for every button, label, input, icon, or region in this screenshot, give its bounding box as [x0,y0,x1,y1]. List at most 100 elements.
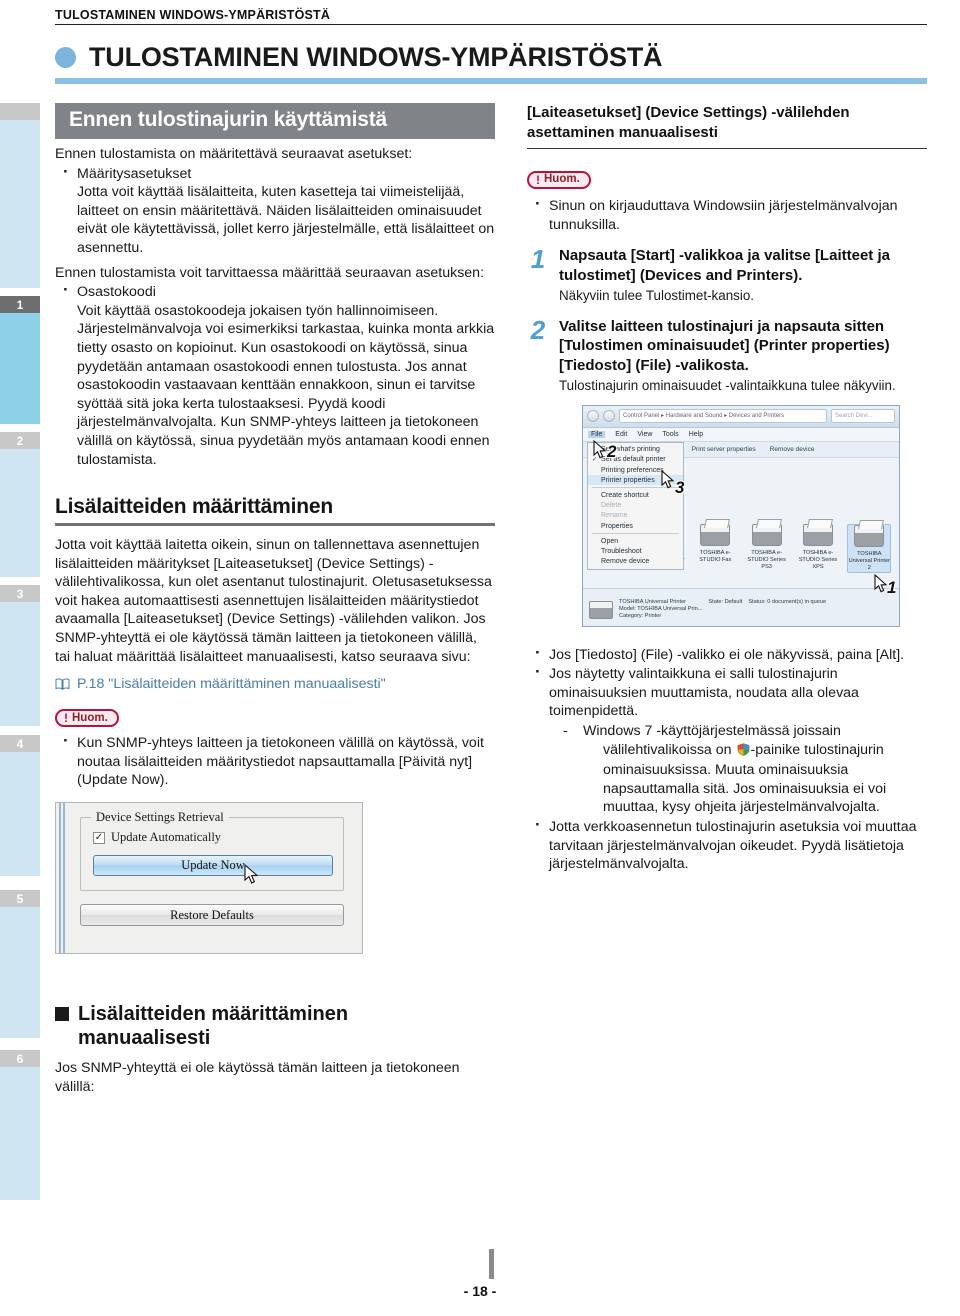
list-item: Windows 7 -käyttöjärjestelmässä joissain… [549,722,927,817]
menu-item-file[interactable]: File [588,430,606,438]
intro-paragraph-2: Ennen tulostamista voit tarvittaessa mää… [55,264,485,281]
caution-label: Huom. [544,173,580,186]
list-item: Sinun on kirjauduttava Windowsiin järjes… [527,195,927,234]
step-2-note: Tulostinajurin ominaisuudet -valintaikku… [559,378,896,394]
back-arrow-icon[interactable] [587,410,599,423]
callout-2: 2 [607,441,617,461]
side-tab-1[interactable]: 1 [0,296,40,424]
side-tab-2[interactable]: 2 [0,432,40,577]
running-head: TULOSTAMINEN WINDOWS-YMPÄRISTÖSTÄ [55,8,927,25]
side-tab-strip: 1 2 3 4 5 6 [0,0,42,1316]
restore-defaults-button[interactable]: Restore Defaults [80,904,344,927]
sub-note-list: Windows 7 -käyttöjärjestelmässä joissain… [549,722,927,817]
sub-note-part1: välilehtivalikoissa on [603,741,732,758]
side-tab-1-label: 1 [0,296,40,313]
printer-label: TOSHIBA e-STUDIO Series PS3 [747,549,786,570]
step-1-title: Napsauta [Start] -valikkoa ja valitse [L… [559,247,890,284]
side-tab-4[interactable]: 4 [0,735,40,876]
list-item: Jos näytetty valintaikkuna ei salli tulo… [527,663,927,817]
printer-icon [802,523,833,546]
page-title: TULOSTAMINEN WINDOWS-YMPÄRISTÖSTÄ [89,42,663,72]
footer-rule [489,1249,494,1279]
status-printer-icon [589,600,613,619]
list-item: Jos [Tiedosto] (File) -valikko ei ole nä… [527,644,927,665]
right-notes-list: Jos [Tiedosto] (File) -valikko ei ole nä… [527,644,927,874]
search-input[interactable]: Search Devi... [831,409,895,424]
printer-item-estudio-ps3[interactable]: TOSHIBA e-STUDIO Series PS3 [745,523,789,571]
list-item: Jotta verkkoasennetun tulostinajurin ase… [527,816,927,874]
device-settings-retrieval-screenshot: Device Settings Retrieval ✓ Update Autom… [55,802,363,955]
side-tab-3-label: 3 [0,585,40,602]
printer-item-estudio-xps[interactable]: TOSHIBA e-STUDIO Series XPS [796,523,840,571]
forward-arrow-icon[interactable] [603,410,615,423]
step-1-number: 1 [530,244,546,275]
settings-bullet-list: Määritysasetukset Jotta voit käyttää lis… [55,163,495,258]
menu-option-create-shortcut[interactable]: Create shortcut [588,490,683,500]
side-tab-0[interactable] [0,103,40,288]
step-1-note: Näkyviin tulee Tulostimet-kansio. [559,288,754,304]
status-model: Model: TOSHIBA Universal Prin... [619,605,703,612]
list-item: Osastokoodi Voit käyttää osastokoodeja j… [55,281,495,469]
manual-setup-heading: Lisälaitteiden määrittäminen manuaalises… [55,1002,495,1050]
side-tab-6[interactable]: 6 [0,1050,40,1200]
update-now-button[interactable]: Update Now [93,855,333,884]
status-category: Category: Printer [619,612,662,619]
toolbar-remove-device[interactable]: Remove device [770,446,815,453]
running-head-text: TULOSTAMINEN WINDOWS-YMPÄRISTÖSTÄ [55,8,331,22]
update-automatically-row[interactable]: ✓ Update Automatically [93,830,333,845]
page-number: - 18 - [463,1283,497,1299]
chapter-title-rule [55,78,927,84]
sub-note-prefix: Windows 7 -käyttöjärjestelmässä joissain [583,723,841,740]
bullet-2-body: Voit käyttää osastokoodeja jokaisen työn… [77,302,495,468]
update-now-label: Update Now [181,858,245,873]
callout-3: 3 [675,477,685,497]
side-tab-0-label [0,103,40,120]
toolbar-print-server-properties[interactable]: Print server properties [692,446,756,453]
file-dropdown-menu: See what's printing ✓ Set as default pri… [587,441,684,570]
printer-item-estudio-fax[interactable]: TOSHIBA e-STUDIO Fax [693,523,737,564]
menu-item-view[interactable]: View [637,431,652,438]
menu-item-tools[interactable]: Tools [662,431,678,438]
menu-item-help[interactable]: Help [689,431,703,438]
list-item: Kun SNMP-yhteys laitteen ja tietokoneen … [55,732,495,790]
cross-reference-text: P.18 "Lisälaitteiden määrittäminen manua… [77,676,386,693]
step-2-title: Valitse laitteen tulostinajuri ja napsau… [559,317,890,374]
update-automatically-label: Update Automatically [111,830,222,845]
right-heading-line1: [Laiteasetukset] (Device Settings) -väli… [527,104,850,121]
exclamation-icon: ! [64,711,68,726]
section-body-paragraph: Jotta voit käyttää laitetta oikein, sinu… [55,537,492,665]
menu-option-rename: Rename [601,512,628,520]
menu-item-edit[interactable]: Edit [615,431,627,438]
menu-option-troubleshoot[interactable]: Troubleshoot [588,546,683,556]
restore-defaults-label: Restore Defaults [170,907,254,922]
uac-shield-icon [737,743,750,762]
printer-label: TOSHIBA Universal Printer 2 [848,550,890,571]
side-tab-3[interactable]: 3 [0,585,40,726]
side-tab-5[interactable]: 5 [0,890,40,1038]
menu-option-remove-device[interactable]: Remove device [588,557,683,567]
printer-icon [854,524,885,547]
left-column: Ennen tulostinajurin käyttämistä Ennen t… [55,103,495,1096]
caution-list-right: Sinun on kirjauduttava Windowsiin järjes… [527,195,927,234]
step-2: 2 Valitse laitteen tulostinajuri ja naps… [527,317,927,395]
menu-option-properties[interactable]: Properties [588,521,683,531]
menu-option-open[interactable]: Open [588,536,683,546]
note-2-text: Jos näytetty valintaikkuna ei salli tulo… [549,666,859,720]
breadcrumb[interactable]: Control Panel ▸ Hardware and Sound ▸ Dev… [619,409,827,424]
printer-icon [751,523,782,546]
book-icon [55,677,70,695]
side-tab-5-label: 5 [0,890,40,907]
bullet-2-title: Osastokoodi [77,284,156,301]
manual-setup-body: Jos SNMP-yhteyttä ei ole käytössä tämän … [55,1060,460,1095]
status-documents: Status: 0 document(s) in queue [748,598,827,605]
update-automatically-checkbox[interactable]: ✓ [93,831,105,844]
devices-and-printers-screenshot: Control Panel ▸ Hardware and Sound ▸ Dev… [582,404,900,627]
caution-badge-left: ! Huom. [55,709,119,728]
printer-label: TOSHIBA e-STUDIO Fax [699,549,732,563]
explorer-status-bar: TOSHIBA Universal Printer Model: TOSHIBA… [583,587,899,626]
list-item: Määritysasetukset Jotta voit käyttää lis… [55,163,495,258]
right-column-heading: [Laiteasetukset] (Device Settings) -väli… [527,103,927,143]
printer-item-universal-printer[interactable]: TOSHIBA Universal Printer 2 [847,523,892,573]
printer-label: TOSHIBA e-STUDIO Series XPS [798,549,838,570]
cross-reference-link[interactable]: P.18 "Lisälaitteiden määrittäminen manua… [55,675,495,695]
